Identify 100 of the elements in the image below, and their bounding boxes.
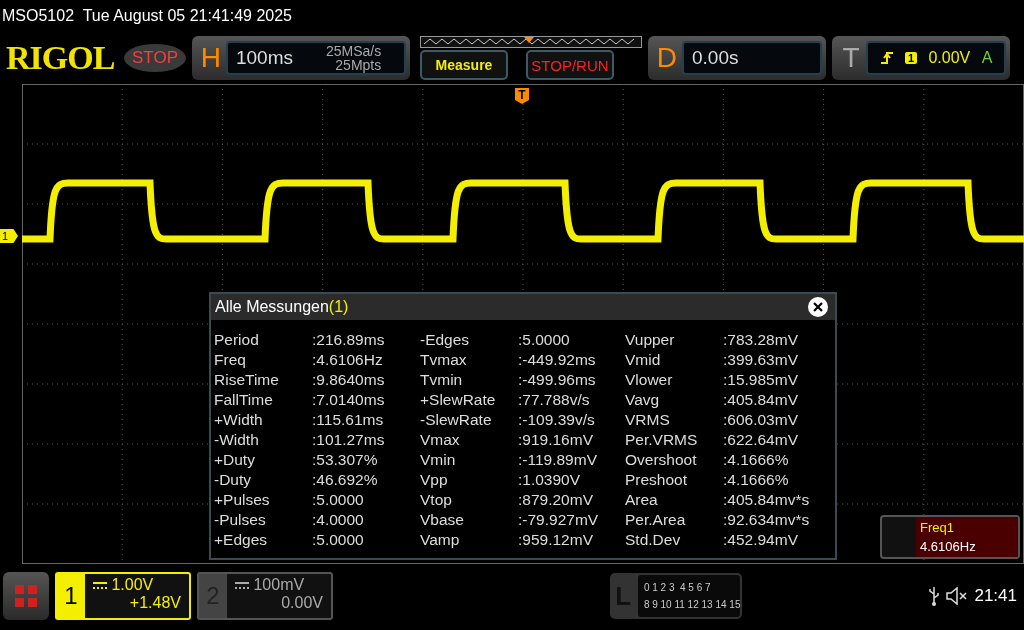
readout-value: 4.6106Hz xyxy=(920,539,977,554)
measurement-value: :46.692% xyxy=(312,470,379,490)
measurement-value: :-499.96ms xyxy=(518,370,597,390)
measurement-name: Vavg xyxy=(625,390,661,410)
measurement-name: Tvmin xyxy=(420,370,464,390)
measurement-name: +Edges xyxy=(214,530,268,550)
measurement-name: +Width xyxy=(214,410,264,430)
channel-scale: 100mV xyxy=(252,576,305,593)
measurement-value: :-119.89mV xyxy=(518,450,598,470)
channel-button[interactable]: 1 1.00V +1.48V xyxy=(55,572,191,620)
horizontal-panel[interactable]: H 100ms 25MSa/s 25Mpts xyxy=(192,36,410,80)
rising-edge-icon xyxy=(879,51,894,65)
measurement-value: :919.16mV xyxy=(518,430,594,450)
measurement-name: +SlewRate xyxy=(420,390,497,410)
measurement-name: Area xyxy=(625,490,659,510)
measurement-value: :405.84mv*s xyxy=(723,490,811,510)
measurement-value: :5.0000 xyxy=(312,490,365,510)
grid-icon xyxy=(14,584,38,608)
measurement-name: Vmid xyxy=(625,350,662,370)
logic-channel-numbers: 8 9 10 11 12 13 14 15 xyxy=(643,599,741,610)
measurement-name: Vlower xyxy=(625,370,674,390)
muted-speaker-icon xyxy=(946,587,969,605)
measurement-value: :399.63mV xyxy=(723,350,799,370)
measurement-value: :-449.92ms xyxy=(518,350,597,370)
delay-value: 0.00s xyxy=(692,47,740,69)
logic-channel-numbers: 0 1 2 3 4 5 6 7 xyxy=(643,582,712,593)
measurement-value: :77.788v/s xyxy=(518,390,591,410)
trigger-source-badge: 1 xyxy=(905,52,918,64)
horizontal-label: H xyxy=(199,42,223,74)
measurement-value: :4.1666% xyxy=(723,450,790,470)
memory-depth: 25Mpts xyxy=(335,58,382,72)
measurement-name: -Duty xyxy=(214,470,253,490)
trigger-position-marker: T xyxy=(515,88,529,104)
device-title: MSO5102 Tue August 05 21:41:49 2025 xyxy=(2,7,292,25)
panel-title: Alle Messungen xyxy=(215,298,329,316)
channel-number: 1 xyxy=(57,574,85,618)
measurement-value: :9.8640ms xyxy=(312,370,386,390)
measurement-value: :7.0140ms xyxy=(312,390,386,410)
measurement-value: :115.61ms xyxy=(312,410,385,430)
measurement-name: VRMS xyxy=(625,410,671,430)
run-state-badge: STOP xyxy=(124,44,186,72)
measurement-value: :606.03mV xyxy=(723,410,799,430)
measurement-value: :4.1666% xyxy=(723,470,790,490)
measurement-name: -Edges xyxy=(420,330,471,350)
stop-run-button[interactable]: STOP/RUN xyxy=(526,50,614,80)
measurement-value: :1.0390V xyxy=(518,470,582,490)
dc-coupling-icon xyxy=(235,582,249,590)
dc-coupling-icon xyxy=(93,582,107,590)
delay-label: D xyxy=(655,42,679,74)
trigger-mode: A xyxy=(981,49,993,67)
measurement-name: -Width xyxy=(214,430,260,450)
readout-name: Freq1 xyxy=(920,520,955,535)
measurement-value: :53.307% xyxy=(312,450,379,470)
channel-offset: 0.00V xyxy=(280,594,323,612)
measurement-name: Vpp xyxy=(420,470,449,490)
measurement-name: Tvmax xyxy=(420,350,468,370)
measurement-value: :405.84mV xyxy=(723,390,799,410)
trigger-label: T xyxy=(841,42,861,74)
measurement-name: Per.Area xyxy=(625,510,687,530)
measurement-value: :92.634mv*s xyxy=(723,510,811,530)
trigger-panel[interactable]: T 1 0.00V A xyxy=(832,36,1010,80)
measurement-name: Vmax xyxy=(420,430,461,450)
measurement-name: Overshoot xyxy=(625,450,698,470)
measurement-value: :4.6106Hz xyxy=(312,350,384,370)
measurement-value: :216.89ms xyxy=(312,330,386,350)
measurement-value: :5.0000 xyxy=(312,530,365,550)
measurement-value: :101.27ms xyxy=(312,430,386,450)
measurement-name: Vbase xyxy=(420,510,465,530)
delay-panel[interactable]: D 0.00s xyxy=(648,36,826,80)
usb-icon xyxy=(928,586,941,606)
measurement-value: :959.12mV xyxy=(518,530,594,550)
measurement-name: Freq xyxy=(214,350,247,370)
measurement-value: :15.985mV xyxy=(723,370,799,390)
measure-button[interactable]: Measure xyxy=(420,50,508,80)
measurement-name: Period xyxy=(214,330,260,350)
measurement-name: -Pulses xyxy=(214,510,267,530)
measurement-value: :879.20mV xyxy=(518,490,594,510)
measurement-name: Vmin xyxy=(420,450,457,470)
timebase-value: 100ms xyxy=(236,47,294,69)
measurement-name: Vtop xyxy=(420,490,453,510)
channel-marker: 1 xyxy=(0,229,18,243)
measurement-name: -SlewRate xyxy=(420,410,493,430)
close-icon[interactable] xyxy=(807,296,829,318)
measurement-value: :452.94mV xyxy=(723,530,799,550)
measurement-name: Preshoot xyxy=(625,470,689,490)
channel-scale: 1.00V xyxy=(110,576,154,593)
measurement-value: :5.0000 xyxy=(518,330,571,350)
measurement-value: :622.64mV xyxy=(723,430,799,450)
menu-button[interactable] xyxy=(3,572,49,620)
sample-rate: 25MSa/s xyxy=(326,44,382,58)
measurement-name: +Duty xyxy=(214,450,256,470)
brand-logo: RIGOL xyxy=(6,39,116,77)
measurement-value: :-109.39v/s xyxy=(518,410,596,430)
measurement-name: Std.Dev xyxy=(625,530,682,550)
clock-time: 21:41 xyxy=(974,586,1017,606)
measurement-name: +Pulses xyxy=(214,490,271,510)
measurement-name: Vamp xyxy=(420,530,461,550)
measurement-name: FallTime xyxy=(214,390,274,410)
measurement-name: Per.VRMS xyxy=(625,430,699,450)
channel-offset: +1.48V xyxy=(128,594,181,612)
